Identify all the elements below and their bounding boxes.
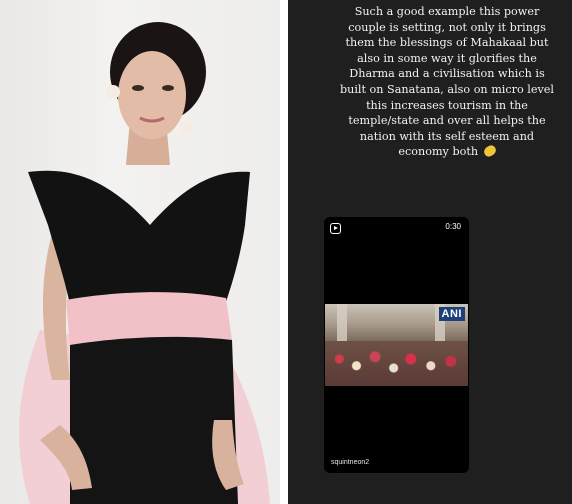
reel-video-frame[interactable]: ANI	[325, 304, 468, 386]
shared-reel-card[interactable]: 0:30 ANI squintneon2	[324, 217, 469, 473]
story-caption: Such a good example this power couple is…	[336, 4, 558, 160]
ani-watermark: ANI	[438, 307, 465, 321]
portrait-photo	[0, 0, 280, 504]
instagram-story-panel: Such a good example this power couple is…	[288, 0, 572, 504]
portrait-illustration	[19, 22, 271, 504]
panel-divider	[280, 0, 288, 504]
reel-duration: 0:30	[445, 222, 461, 231]
story-caption-text: Such a good example this power couple is…	[339, 5, 555, 159]
reel-icon	[330, 223, 341, 234]
reel-username[interactable]: squintneon2	[331, 459, 369, 466]
folded-hands-emoji-icon	[482, 144, 498, 159]
crowd-scene	[325, 340, 468, 386]
